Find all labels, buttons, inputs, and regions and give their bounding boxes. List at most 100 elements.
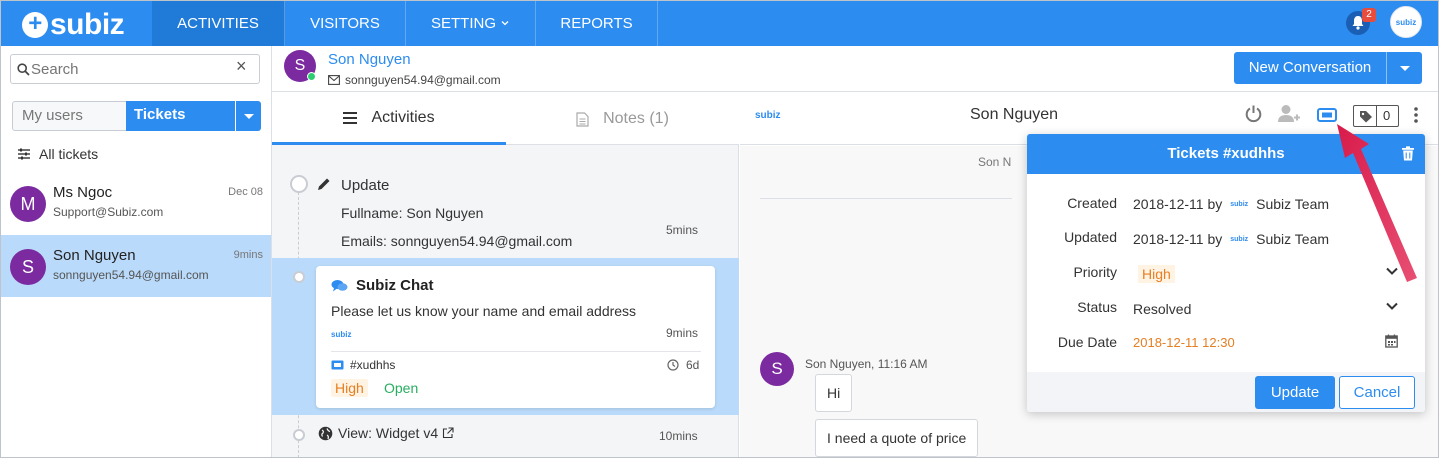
chevron-down-icon — [501, 21, 509, 26]
created-by: Subiz Team — [1256, 196, 1330, 212]
cancel-button[interactable]: Cancel — [1339, 376, 1415, 409]
message-avatar: S — [760, 352, 794, 386]
updated-label: Updated — [1064, 229, 1117, 245]
conversation-time: Dec 08 — [228, 186, 263, 198]
tab-activities-label: Activities — [371, 108, 435, 126]
chat-activity-title: Subiz Chat — [331, 277, 434, 294]
activity-update-title: Update — [341, 177, 390, 194]
nav-tab-setting[interactable]: SETTING — [406, 0, 536, 46]
chat-ticket-id: #xudhhs — [350, 358, 396, 372]
search-box[interactable] — [10, 54, 260, 84]
conversation-name: Ms Ngoc — [53, 184, 113, 201]
chat-bubbles-icon — [331, 279, 348, 291]
account-avatar[interactable]: subiz — [1390, 6, 1422, 38]
conversation-subtitle: sonnguyen54.94@gmail.com — [53, 268, 209, 282]
online-status-dot — [307, 72, 316, 81]
channel-subiz-logo: subiz — [755, 110, 781, 121]
priority-badge: High — [331, 379, 368, 397]
subiz-logo[interactable]: + subiz — [22, 8, 125, 42]
update-ticket-button[interactable]: Update — [1255, 376, 1335, 409]
new-conversation-dropdown[interactable] — [1386, 52, 1422, 84]
nav-tab-setting-label: SETTING — [430, 14, 496, 32]
tab-notes[interactable]: Notes (1) — [506, 93, 739, 145]
clock-icon — [667, 359, 679, 371]
due-date-label: Due Date — [1057, 334, 1117, 350]
contact-email-text: sonnguyen54.94@gmail.com — [345, 73, 501, 87]
due-date-input[interactable]: 2018-12-11 12:30 — [1133, 335, 1235, 350]
created-value: 2018-12-11 by subiz Subiz Team — [1133, 196, 1329, 212]
document-icon — [576, 111, 589, 127]
globe-icon — [318, 426, 333, 440]
conversation-item[interactable]: M Ms Ngoc Support@Subiz.com Dec 08 — [0, 172, 271, 234]
conversation-time: 9mins — [233, 249, 263, 261]
divider — [331, 351, 701, 352]
logo-text: subiz — [50, 8, 125, 41]
logo-plus-icon: + — [22, 12, 48, 38]
calendar-icon[interactable] — [1385, 334, 1398, 348]
caret-down-icon — [1400, 66, 1410, 71]
message-bubble: Hi — [815, 374, 853, 412]
subiz-mini-logo: subiz — [1230, 235, 1249, 243]
search-input[interactable] — [31, 59, 231, 79]
tickets-filter-dropdown[interactable] — [235, 101, 261, 131]
tab-activities[interactable]: Activities — [272, 93, 506, 145]
contact-name-link[interactable]: Son Nguyen — [328, 51, 411, 68]
chat-subiz-logo: subiz — [331, 330, 352, 339]
chat-activity-message: Please let us know your name and email a… — [331, 303, 637, 319]
contact-email: sonnguyen54.94@gmail.com — [328, 73, 501, 87]
activity-update-fullname: Fullname: Son Nguyen — [341, 205, 484, 221]
list-icon — [343, 111, 358, 124]
conversation-item-selected[interactable]: S Son Nguyen sonnguyen54.94@gmail.com 9m… — [0, 235, 271, 297]
chat-activity-time: 9mins — [666, 326, 699, 340]
annotation-arrow — [1337, 124, 1417, 282]
external-link-icon[interactable] — [442, 427, 454, 439]
chevron-down-icon[interactable] — [1385, 301, 1399, 311]
nav-tab-reports[interactable]: REPORTS — [536, 0, 658, 46]
chat-ticket-age-text: 6d — [686, 358, 700, 372]
chat-activity-title-text: Subiz Chat — [356, 277, 434, 294]
message-bubble: I need a quote of price — [815, 419, 979, 457]
ticket-icon — [331, 360, 344, 370]
all-tickets-filter[interactable]: All tickets — [17, 146, 98, 162]
my-users-filter-button[interactable]: My users — [12, 101, 126, 131]
power-icon[interactable] — [1244, 104, 1263, 123]
caret-down-icon — [244, 114, 254, 119]
chat-ticket-link[interactable]: #xudhhs — [331, 358, 395, 372]
search-icon — [17, 63, 30, 76]
created-label: Created — [1067, 195, 1117, 211]
tickets-filter-button[interactable]: Tickets — [126, 101, 235, 131]
avatar: M — [10, 186, 46, 222]
timeline-dot — [293, 429, 305, 441]
notification-count-badge: 2 — [1362, 8, 1376, 22]
conversation-title: Son Nguyen — [970, 106, 1059, 123]
priority-label: Priority — [1073, 264, 1117, 280]
all-tickets-label: All tickets — [39, 146, 99, 162]
sliders-icon — [18, 148, 30, 160]
timeline-dot — [293, 271, 305, 283]
updated-date: 2018-12-11 by — [1133, 231, 1223, 247]
clear-search-icon[interactable]: × — [236, 56, 247, 77]
updated-by: Subiz Team — [1256, 231, 1330, 247]
avatar: S — [10, 249, 46, 285]
chat-ticket-age: 6d — [667, 358, 699, 372]
nav-tab-activities[interactable]: ACTIVITIES — [152, 0, 285, 46]
subiz-mini-logo: subiz — [1230, 200, 1249, 208]
tab-notes-label: Notes (1) — [603, 110, 669, 127]
nav-tab-visitors[interactable]: VISITORS — [285, 0, 406, 46]
status-select[interactable]: Resolved — [1133, 301, 1191, 317]
updated-value: 2018-12-11 by subiz Subiz Team — [1133, 231, 1329, 247]
divider — [760, 198, 1012, 199]
status-label: Status — [1077, 299, 1117, 315]
created-date: 2018-12-11 by — [1133, 196, 1223, 212]
activity-view-title: View: Widget v4 — [338, 425, 439, 441]
activity-view-time: 10mins — [659, 429, 698, 443]
timeline-dot — [290, 175, 308, 193]
add-user-icon[interactable] — [1277, 104, 1301, 123]
message-sender-time: Son Nguyen, 11:16 AM — [805, 357, 928, 371]
status-badge: Open — [384, 380, 419, 396]
conversation-subtitle: Support@Subiz.com — [53, 205, 164, 219]
new-conversation-button[interactable]: New Conversation — [1234, 52, 1386, 84]
priority-select[interactable]: High — [1138, 265, 1175, 283]
conversation-name: Son Nguyen — [53, 247, 136, 264]
envelope-icon — [328, 75, 340, 85]
